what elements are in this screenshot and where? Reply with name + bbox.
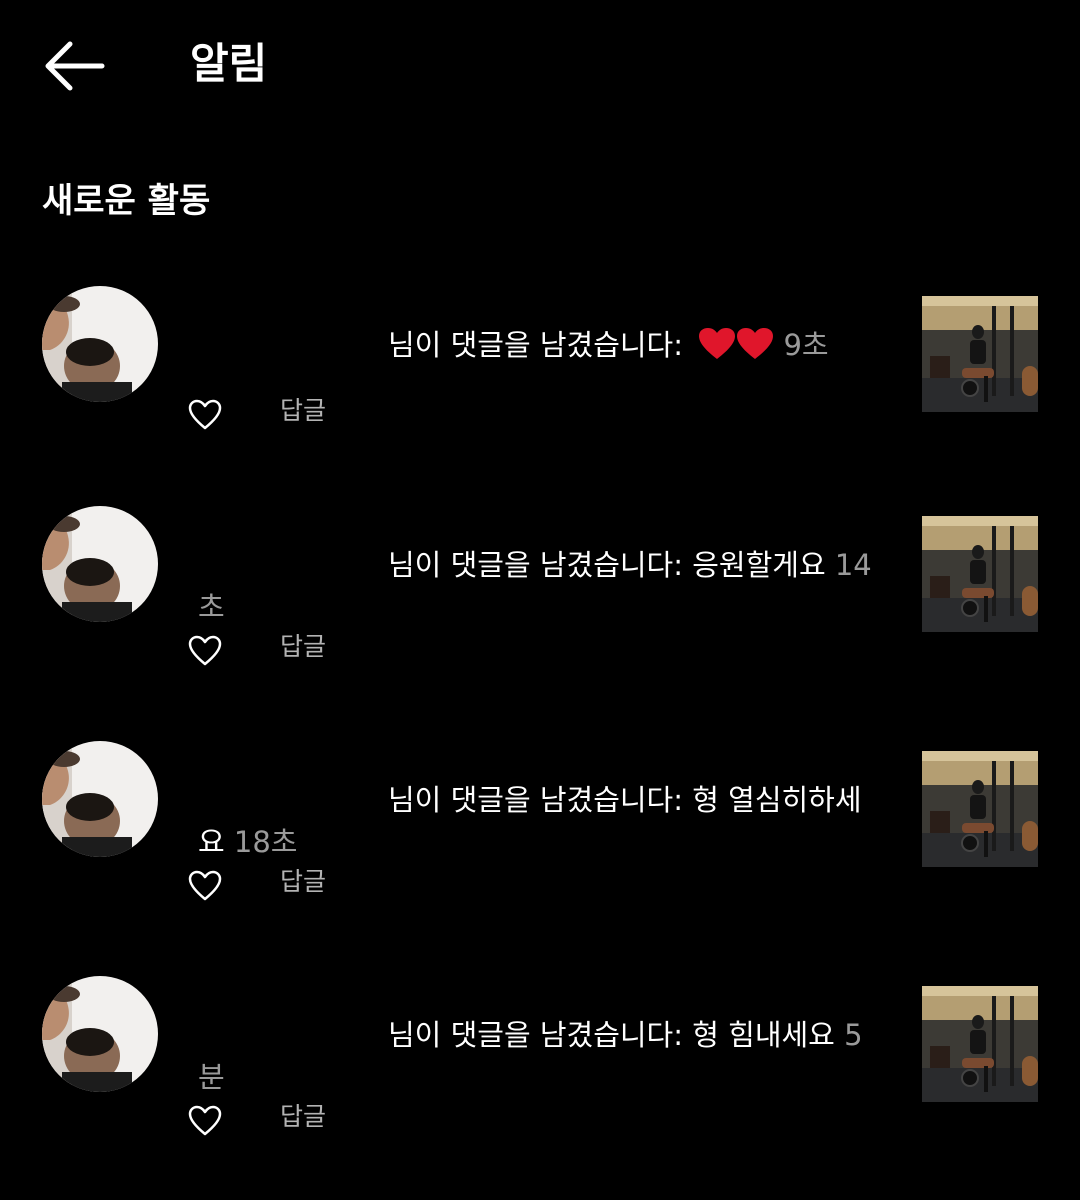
avatar[interactable]	[42, 506, 158, 622]
comment-text: 형 힘내세요	[692, 1018, 845, 1052]
gym-photo-thumbnail	[922, 751, 1038, 867]
timestamp: 18초	[233, 825, 298, 859]
notification-item[interactable]: 님이 댓글을 남겼습니다: 응원할게요 14초 답글	[0, 506, 1080, 706]
red-heart-emoji-icon	[699, 328, 736, 359]
avatar-image	[42, 976, 158, 1092]
gym-photo-thumbnail	[922, 296, 1038, 412]
reply-button[interactable]: 답글	[280, 630, 326, 664]
post-thumbnail[interactable]	[922, 516, 1038, 632]
notification-item[interactable]: 님이 댓글을 남겼습니다: 9초 답글	[0, 286, 1080, 486]
back-button[interactable]	[40, 40, 106, 92]
top-bar: 알림	[0, 0, 1080, 130]
post-thumbnail[interactable]	[922, 986, 1038, 1102]
heart-outline-icon	[188, 635, 222, 666]
notification-message: 님이 댓글을 남겼습니다:	[388, 1018, 693, 1052]
notification-text: 님이 댓글을 남겼습니다: 형 힘내세요 5분	[198, 1014, 888, 1098]
gym-photo-thumbnail	[922, 986, 1038, 1102]
reply-button[interactable]: 답글	[280, 1100, 326, 1134]
notification-item[interactable]: 님이 댓글을 남겼습니다: 형 열심히하세요 18초 답글	[0, 741, 1080, 941]
heart-outline-icon	[188, 1105, 222, 1136]
page-title: 알림	[190, 39, 268, 88]
notification-message: 님이 댓글을 남겼습니다:	[388, 783, 693, 817]
like-button[interactable]	[188, 398, 222, 432]
avatar[interactable]	[42, 976, 158, 1092]
post-thumbnail[interactable]	[922, 751, 1038, 867]
notification-text: 님이 댓글을 남겼습니다: 9초	[198, 324, 888, 366]
comment-text: 응원할게요	[692, 548, 835, 582]
post-thumbnail[interactable]	[922, 296, 1038, 412]
timestamp: 9초	[783, 328, 829, 362]
notification-message: 님이 댓글을 남겼습니다:	[388, 548, 693, 582]
arrow-left-icon	[45, 41, 105, 91]
red-heart-emoji-icon	[737, 328, 774, 359]
avatar-image	[42, 741, 158, 857]
reply-button[interactable]: 답글	[280, 865, 326, 899]
avatar[interactable]	[42, 286, 158, 402]
notification-text: 님이 댓글을 남겼습니다: 형 열심히하세요 18초	[198, 779, 888, 863]
section-title: 새로운 활동	[42, 181, 211, 221]
like-button[interactable]	[188, 869, 222, 903]
heart-outline-icon	[188, 399, 222, 430]
notification-text: 님이 댓글을 남겼습니다: 응원할게요 14초	[198, 544, 888, 628]
like-button[interactable]	[188, 1104, 222, 1138]
avatar-image	[42, 506, 158, 622]
comment-emoji	[698, 328, 774, 362]
notification-item[interactable]: 님이 댓글을 남겼습니다: 형 힘내세요 5분 답글	[0, 976, 1080, 1176]
heart-outline-icon	[188, 870, 222, 901]
avatar-image	[42, 286, 158, 402]
avatar[interactable]	[42, 741, 158, 857]
reply-button[interactable]: 답글	[280, 394, 326, 428]
like-button[interactable]	[188, 634, 222, 668]
notification-message: 님이 댓글을 남겼습니다:	[388, 328, 693, 362]
gym-photo-thumbnail	[922, 516, 1038, 632]
